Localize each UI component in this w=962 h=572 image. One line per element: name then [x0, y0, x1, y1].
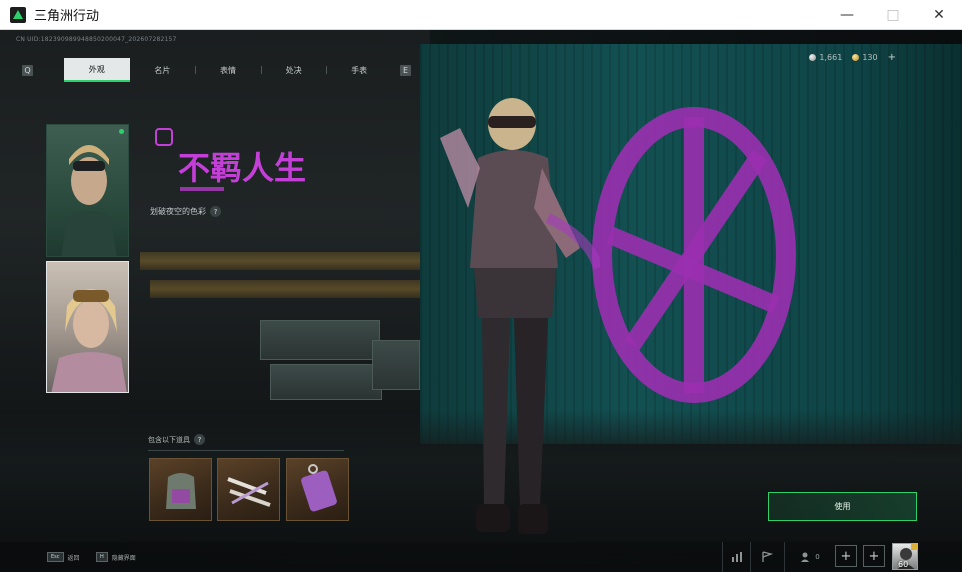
- currency-bar: 1,661 130 +: [809, 52, 896, 63]
- friends-button[interactable]: 0: [794, 548, 826, 566]
- esc-key: Esc: [47, 552, 64, 562]
- tab-divider: [261, 66, 262, 74]
- minimize-button[interactable]: —: [824, 0, 870, 30]
- game-viewport: CN UID:18239098994885020004​7_2026072821…: [0, 30, 962, 572]
- tab-emote[interactable]: 表情: [195, 58, 261, 82]
- contents-label: 包含以下道具: [148, 435, 190, 444]
- add-button-2[interactable]: +: [863, 545, 885, 567]
- player-level: 60: [898, 560, 909, 569]
- add-button-1[interactable]: +: [835, 545, 857, 567]
- background-pipe: [140, 252, 420, 270]
- bottom-divider: [784, 542, 785, 572]
- game-window: 三角洲行动 — □ ✕: [0, 0, 962, 572]
- bar-chart-icon: [732, 552, 742, 562]
- feather-icon: [227, 477, 271, 507]
- background-crate: [260, 320, 380, 360]
- plus-icon: +: [868, 548, 880, 564]
- flag-button[interactable]: [758, 548, 776, 566]
- backpack-item[interactable]: [149, 458, 212, 521]
- close-button[interactable]: ✕: [916, 0, 962, 30]
- back-hint[interactable]: Esc 返回: [47, 548, 80, 566]
- window-controls: — □ ✕: [824, 0, 962, 30]
- hide-ui-hint[interactable]: H 隐藏界面: [96, 548, 136, 566]
- skin-name-text: 不羁人生: [178, 149, 306, 187]
- rank-badge-icon: [911, 543, 918, 550]
- silver-currency: 1,661: [809, 53, 842, 62]
- tab-namecard[interactable]: 名片: [130, 58, 196, 82]
- gold-amount: 130: [862, 53, 878, 62]
- plus-icon: +: [840, 548, 852, 564]
- tab-divider: [195, 66, 196, 74]
- category-tabs: Q 外观 名片 表情 处决 手表 E: [22, 58, 412, 82]
- maximize-button[interactable]: □: [870, 0, 916, 30]
- gold-currency: 130: [852, 53, 878, 62]
- tab-prev-key[interactable]: Q: [22, 64, 33, 76]
- add-currency-button[interactable]: +: [888, 52, 896, 63]
- flag-icon: [762, 551, 773, 562]
- window-title: 三角洲行动: [34, 9, 100, 24]
- operator-portrait-2[interactable]: [46, 261, 129, 393]
- background-crate: [372, 340, 420, 390]
- back-label: 返回: [67, 554, 80, 562]
- selected-dot: [119, 129, 124, 134]
- delta-force-logo-icon: [10, 6, 26, 23]
- operator-character: [440, 98, 600, 534]
- background-crate: [270, 364, 382, 400]
- bottom-divider: [750, 542, 751, 572]
- contents-divider: [148, 450, 344, 451]
- operator-portrait-1[interactable]: [46, 124, 129, 257]
- tab-appearance[interactable]: 外观: [64, 58, 130, 82]
- bottom-divider: [722, 542, 723, 572]
- use-button[interactable]: 使用: [768, 492, 917, 521]
- silver-coin-icon: [809, 54, 817, 61]
- contents-help-icon[interactable]: ?: [194, 434, 205, 445]
- skin-description: 划破夜空的色彩 ?: [150, 206, 221, 217]
- operator-face-icon: [51, 289, 127, 392]
- background-pipe: [150, 280, 420, 298]
- feather-accessory-item[interactable]: [217, 458, 280, 521]
- charm-icon: [301, 464, 337, 512]
- minimize-icon: —: [840, 7, 854, 23]
- weapon-charm-item[interactable]: [286, 458, 349, 521]
- contents-header: 包含以下道具 ?: [148, 434, 205, 445]
- hide-ui-label: 隐藏界面: [111, 554, 136, 562]
- tab-watch[interactable]: 手表: [326, 58, 392, 82]
- gold-coin-icon: [852, 54, 860, 61]
- skin-help-icon[interactable]: ?: [210, 206, 221, 217]
- h-key: H: [96, 552, 108, 562]
- tab-execution[interactable]: 处决: [261, 58, 327, 82]
- backpack-icon: [166, 473, 196, 509]
- operator-face-icon: [61, 145, 117, 256]
- stats-button[interactable]: [728, 548, 746, 566]
- silver-amount: 1,661: [819, 53, 843, 62]
- maximize-icon: □: [886, 7, 900, 23]
- friends-count: 0: [815, 553, 820, 561]
- tab-list: 外观 名片 表情 处决 手表: [64, 58, 392, 82]
- close-icon: ✕: [933, 7, 945, 23]
- skin-description-text: 划破夜空的色彩: [150, 207, 206, 216]
- skin-name-art: 不羁人生: [155, 128, 306, 191]
- friends-icon: [801, 552, 810, 562]
- player-uid: CN UID:18239098994885020004​7_2026072821…: [16, 36, 177, 43]
- tab-next-key[interactable]: E: [400, 64, 411, 76]
- window-titlebar: 三角洲行动 — □ ✕: [0, 0, 962, 30]
- tab-divider: [326, 66, 327, 74]
- graffiti-symbol: [592, 107, 796, 403]
